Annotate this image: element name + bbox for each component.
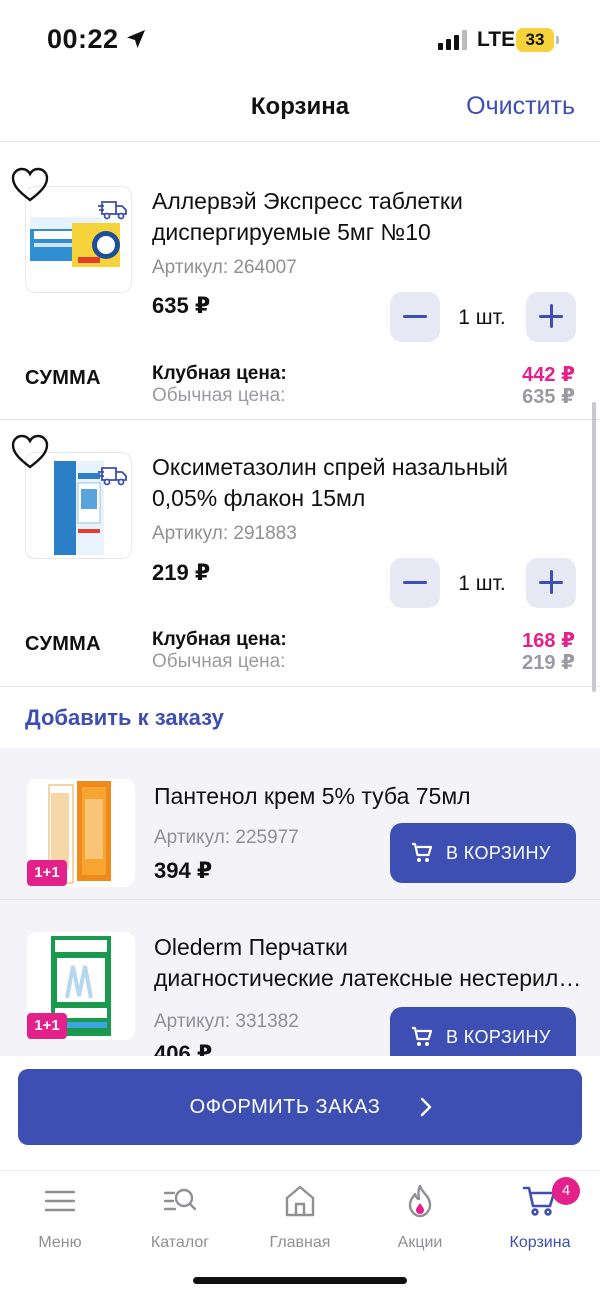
quantity-decrease-button[interactable] xyxy=(390,558,440,608)
cart-item: Аллервэй Экспресс таблетки диспергируемы… xyxy=(0,154,600,420)
cart-icon xyxy=(412,842,433,862)
product-sku: Артикул: 331382 xyxy=(154,1011,299,1032)
product-price: 406 ₽ xyxy=(154,1041,213,1056)
product-price: 219 ₽ xyxy=(152,560,211,585)
battery-icon: 33 xyxy=(516,28,560,52)
recommendation-item: 1+1 Olederm Перчатки диагностические лат… xyxy=(0,901,600,1056)
tab-label: Акции xyxy=(397,1234,443,1251)
regular-price-label: Обычная цена: xyxy=(152,651,286,672)
status-bar: 00:22 LTE 33 xyxy=(0,0,600,80)
home-icon xyxy=(285,1185,315,1217)
product-price: 394 ₽ xyxy=(154,858,213,883)
delivery-truck-icon xyxy=(98,201,127,220)
tab-label: Корзина xyxy=(509,1234,571,1251)
quantity-increase-button[interactable] xyxy=(526,292,576,342)
menu-icon xyxy=(44,1190,76,1212)
add-to-cart-label: В КОРЗИНУ xyxy=(446,843,551,863)
club-price-label: Клубная цена: xyxy=(152,363,287,384)
quantity-value: 1 шт. xyxy=(458,572,506,595)
club-price-label: Клубная цена: xyxy=(152,629,287,650)
scrollbar[interactable] xyxy=(592,402,596,692)
add-to-cart-button[interactable]: В КОРЗИНУ xyxy=(390,823,576,883)
status-time: 00:22 xyxy=(47,24,119,54)
header: Корзина Очистить xyxy=(0,80,600,142)
tab-catalog[interactable]: Каталог xyxy=(120,1181,240,1261)
cart-item: Оксиметазолин спрей назальный 0,05% флак… xyxy=(0,421,600,687)
clear-cart-button[interactable]: Очистить xyxy=(466,92,575,121)
cellular-signal-icon xyxy=(438,30,467,50)
checkout-label: ОФОРМИТЬ ЗАКАЗ xyxy=(189,1096,381,1118)
favorite-heart-icon[interactable] xyxy=(10,166,50,204)
battery-level: 33 xyxy=(516,28,554,52)
tab-menu[interactable]: Меню xyxy=(0,1181,120,1261)
network-type: LTE xyxy=(477,28,516,51)
quantity-value: 1 шт. xyxy=(458,306,506,329)
product-title[interactable]: Оксиметазолин спрей назальный 0,05% флак… xyxy=(152,452,572,514)
add-to-cart-button[interactable]: В КОРЗИНУ xyxy=(390,1007,576,1056)
quantity-decrease-button[interactable] xyxy=(390,292,440,342)
home-indicator xyxy=(193,1277,407,1284)
location-arrow-icon xyxy=(127,30,145,48)
favorite-heart-icon[interactable] xyxy=(10,433,50,471)
chevron-right-icon xyxy=(420,1097,432,1117)
product-title[interactable]: Olederm Перчатки xyxy=(154,932,594,963)
catalog-search-icon xyxy=(163,1188,197,1211)
add-to-cart-label: В КОРЗИНУ xyxy=(446,1027,551,1047)
promo-badge: 1+1 xyxy=(27,860,67,886)
add-to-order-title: Добавить к заказу xyxy=(25,705,224,730)
sum-label: СУММА xyxy=(25,633,101,655)
cart-count-badge: 4 xyxy=(552,1177,580,1205)
promo-badge: 1+1 xyxy=(27,1013,67,1039)
flame-icon xyxy=(408,1184,432,1218)
recommendations-list: 1+1 Пантенол крем 5% туба 75мл Артикул: … xyxy=(0,748,600,1056)
tab-cart[interactable]: 4 Корзина xyxy=(480,1177,600,1261)
product-title[interactable]: Пантенол крем 5% туба 75мл xyxy=(154,781,594,812)
regular-price-label: Обычная цена: xyxy=(152,385,286,406)
product-sku: Артикул: 291883 xyxy=(152,523,297,544)
quantity-increase-button[interactable] xyxy=(526,558,576,608)
tab-home[interactable]: Главная xyxy=(240,1181,360,1261)
product-title-continued[interactable]: диагностические латексные нестерильные xyxy=(154,963,586,994)
delivery-truck-icon xyxy=(98,467,127,486)
tab-label: Главная xyxy=(269,1234,331,1251)
checkout-button[interactable]: ОФОРМИТЬ ЗАКАЗ xyxy=(18,1069,582,1145)
tab-label: Каталог xyxy=(150,1234,210,1251)
recommendation-item: 1+1 Пантенол крем 5% туба 75мл Артикул: … xyxy=(0,748,600,900)
regular-price: 635 ₽ xyxy=(522,386,575,408)
sum-label: СУММА xyxy=(25,367,101,389)
product-price: 635 ₽ xyxy=(152,293,211,318)
cart-icon xyxy=(412,1026,433,1046)
tab-label: Меню xyxy=(38,1234,82,1251)
product-sku: Артикул: 264007 xyxy=(152,257,297,278)
tab-promotions[interactable]: Акции xyxy=(360,1181,480,1261)
regular-price: 219 ₽ xyxy=(522,652,575,674)
product-title[interactable]: Аллервэй Экспресс таблетки диспергируемы… xyxy=(152,186,572,248)
product-sku: Артикул: 225977 xyxy=(154,827,299,848)
